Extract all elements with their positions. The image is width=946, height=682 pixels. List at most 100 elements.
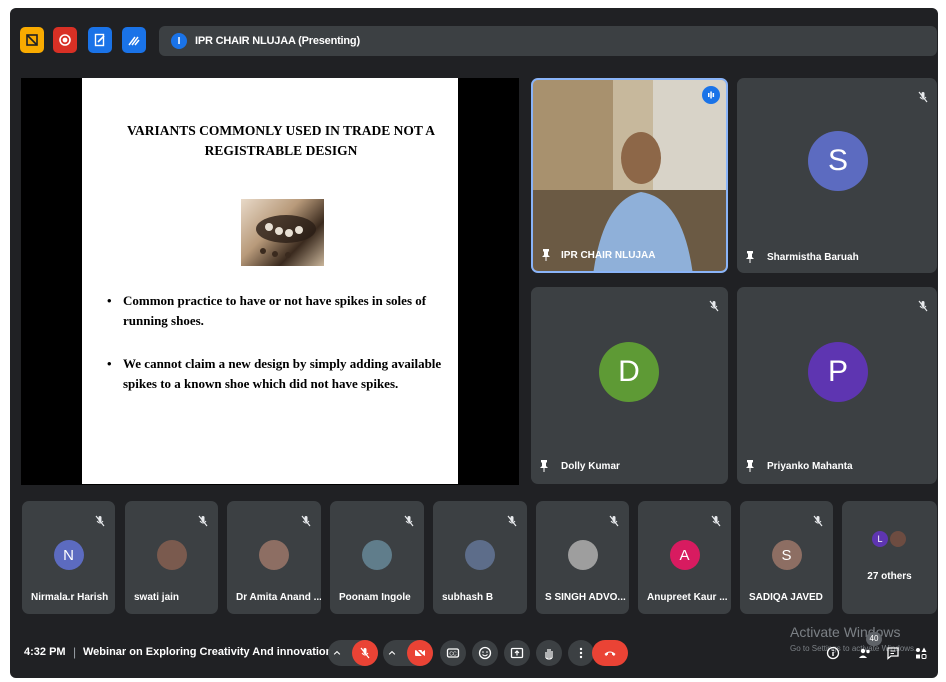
bullet-text: Common practice to have or not have spik… bbox=[123, 293, 427, 308]
emoji-icon bbox=[478, 646, 492, 660]
participant-name: SADIQA JAVED bbox=[749, 592, 823, 603]
pin-icon[interactable] bbox=[539, 460, 549, 472]
participant-tile[interactable]: S SADIQA JAVED bbox=[740, 501, 833, 614]
presenting-label: IPR CHAIR NLUJAA (Presenting) bbox=[195, 35, 360, 47]
participant-name: Priyanko Mahanta bbox=[767, 461, 853, 472]
camera-off-icon bbox=[414, 647, 426, 659]
leave-call-button[interactable] bbox=[592, 640, 628, 666]
mic-off-icon bbox=[709, 300, 719, 312]
participant-tile[interactable]: swati jain bbox=[125, 501, 218, 614]
mic-off-icon bbox=[609, 515, 619, 527]
participant-tile[interactable]: IPR CHAIR NLUJAA bbox=[531, 78, 728, 273]
pin-icon[interactable] bbox=[745, 460, 755, 472]
participant-name: Poonam Ingole bbox=[339, 592, 411, 603]
bullet-dot: • bbox=[107, 356, 112, 371]
mic-off-icon bbox=[813, 515, 823, 527]
svg-text:CC: CC bbox=[449, 652, 457, 658]
participant-tile[interactable]: A Anupreet Kaur ... bbox=[638, 501, 731, 614]
others-tile[interactable]: L 27 others bbox=[842, 501, 937, 614]
meeting-title: Webinar on Exploring Creativity And inno… bbox=[83, 646, 348, 658]
presenter-avatar: I bbox=[171, 33, 187, 49]
record-icon[interactable] bbox=[53, 27, 77, 53]
slide-bullet: • We cannot claim a new design by simply… bbox=[107, 354, 447, 394]
present-button[interactable] bbox=[504, 640, 530, 666]
mic-off-icon bbox=[95, 515, 105, 527]
speaking-indicator-icon bbox=[702, 86, 720, 104]
slide: VARIANTS COMMONLY USED IN TRADE NOT A RE… bbox=[82, 78, 458, 484]
separator: | bbox=[73, 645, 77, 659]
participant-tile[interactable]: Dr Amita Anand ... bbox=[227, 501, 321, 614]
bullet-text: spikes to a known shoe which did not hav… bbox=[123, 376, 399, 391]
chevron-up-icon bbox=[333, 650, 341, 655]
mic-off-icon bbox=[918, 91, 928, 103]
info-icon[interactable] bbox=[826, 646, 840, 660]
bullet-text: We cannot claim a new design by simply a… bbox=[123, 356, 442, 371]
participant-tile[interactable]: S SINGH ADVO... bbox=[536, 501, 629, 614]
presenting-bar: I IPR CHAIR NLUJAA (Presenting) bbox=[159, 26, 937, 56]
edit-document-icon[interactable] bbox=[88, 27, 112, 53]
participant-name: Sharmistha Baruah bbox=[767, 252, 859, 263]
participant-name: Nirmala.r Harish bbox=[31, 592, 109, 603]
slide-title-line2: REGISTRABLE DESIGN bbox=[204, 143, 358, 158]
hang-up-icon bbox=[604, 651, 616, 656]
control-bar: 4:32 PM | Webinar on Exploring Creativit… bbox=[10, 624, 938, 678]
people-icon[interactable] bbox=[858, 646, 872, 660]
slide-title-line1: VARIANTS COMMONLY USED IN TRADE NOT A bbox=[126, 123, 436, 138]
bullet-text: running shoes. bbox=[123, 313, 204, 328]
avatar: S bbox=[808, 131, 868, 191]
slide-bullet: • Common practice to have or not have sp… bbox=[107, 291, 447, 331]
avatar bbox=[567, 540, 598, 570]
mic-off-icon bbox=[711, 515, 721, 527]
pin-icon[interactable] bbox=[745, 251, 755, 263]
slides-icon[interactable] bbox=[20, 27, 44, 53]
mic-off-icon bbox=[301, 515, 311, 527]
avatar: A bbox=[669, 540, 700, 570]
mic-off-icon bbox=[918, 300, 928, 312]
presentation-stage[interactable]: VARIANTS COMMONLY USED IN TRADE NOT A RE… bbox=[21, 78, 519, 485]
bullet-dot: • bbox=[107, 293, 112, 308]
others-label: 27 others bbox=[867, 571, 912, 582]
pin-icon[interactable] bbox=[541, 249, 551, 261]
mic-off-button[interactable] bbox=[352, 640, 378, 666]
participant-tile[interactable]: N Nirmala.r Harish bbox=[22, 501, 115, 614]
chat-icon[interactable] bbox=[886, 646, 900, 660]
camera-options-button[interactable] bbox=[383, 640, 433, 666]
avatar: P bbox=[808, 342, 868, 402]
raise-hand-button[interactable] bbox=[536, 640, 562, 666]
participant-tile[interactable]: S Sharmistha Baruah bbox=[737, 78, 937, 273]
activities-icon[interactable] bbox=[914, 646, 928, 660]
camera-off-button[interactable] bbox=[407, 640, 433, 666]
more-vert-icon bbox=[579, 647, 583, 659]
slide-title: VARIANTS COMMONLY USED IN TRADE NOT A RE… bbox=[82, 121, 458, 161]
participant-tile[interactable]: P Priyanko Mahanta bbox=[737, 287, 937, 484]
mic-options-button[interactable] bbox=[328, 640, 378, 666]
avatar: N bbox=[53, 540, 84, 570]
whiteboard-icon[interactable] bbox=[122, 27, 146, 53]
participant-name: Anupreet Kaur ... bbox=[647, 592, 728, 603]
mic-off-icon bbox=[507, 515, 517, 527]
mini-avatar: L bbox=[872, 531, 888, 547]
mini-avatar-photo bbox=[890, 531, 906, 547]
avatar: S bbox=[771, 540, 802, 570]
avatar: D bbox=[599, 342, 659, 402]
meet-window: I IPR CHAIR NLUJAA (Presenting) VARIANTS… bbox=[10, 8, 938, 678]
present-icon bbox=[510, 647, 524, 659]
participant-name: Dr Amita Anand ... bbox=[236, 592, 321, 603]
raise-hand-icon bbox=[545, 649, 553, 660]
avatar bbox=[465, 540, 495, 570]
video-feed bbox=[533, 80, 726, 271]
participant-name: subhash B bbox=[442, 592, 494, 603]
captions-icon: CC bbox=[446, 648, 460, 658]
participant-tile[interactable]: Poonam Ingole bbox=[330, 501, 424, 614]
captions-button[interactable]: CC bbox=[440, 640, 466, 666]
participant-tile[interactable]: D Dolly Kumar bbox=[531, 287, 728, 484]
participant-name: swati jain bbox=[134, 592, 180, 603]
mic-off-icon bbox=[360, 647, 370, 659]
avatar bbox=[362, 540, 392, 570]
emoji-button[interactable] bbox=[472, 640, 498, 666]
more-options-button[interactable] bbox=[568, 640, 594, 666]
participant-tile[interactable]: subhash B bbox=[433, 501, 527, 614]
mic-off-icon bbox=[198, 515, 208, 527]
shoe-spikes-image bbox=[241, 199, 324, 266]
mic-off-icon bbox=[404, 515, 414, 527]
